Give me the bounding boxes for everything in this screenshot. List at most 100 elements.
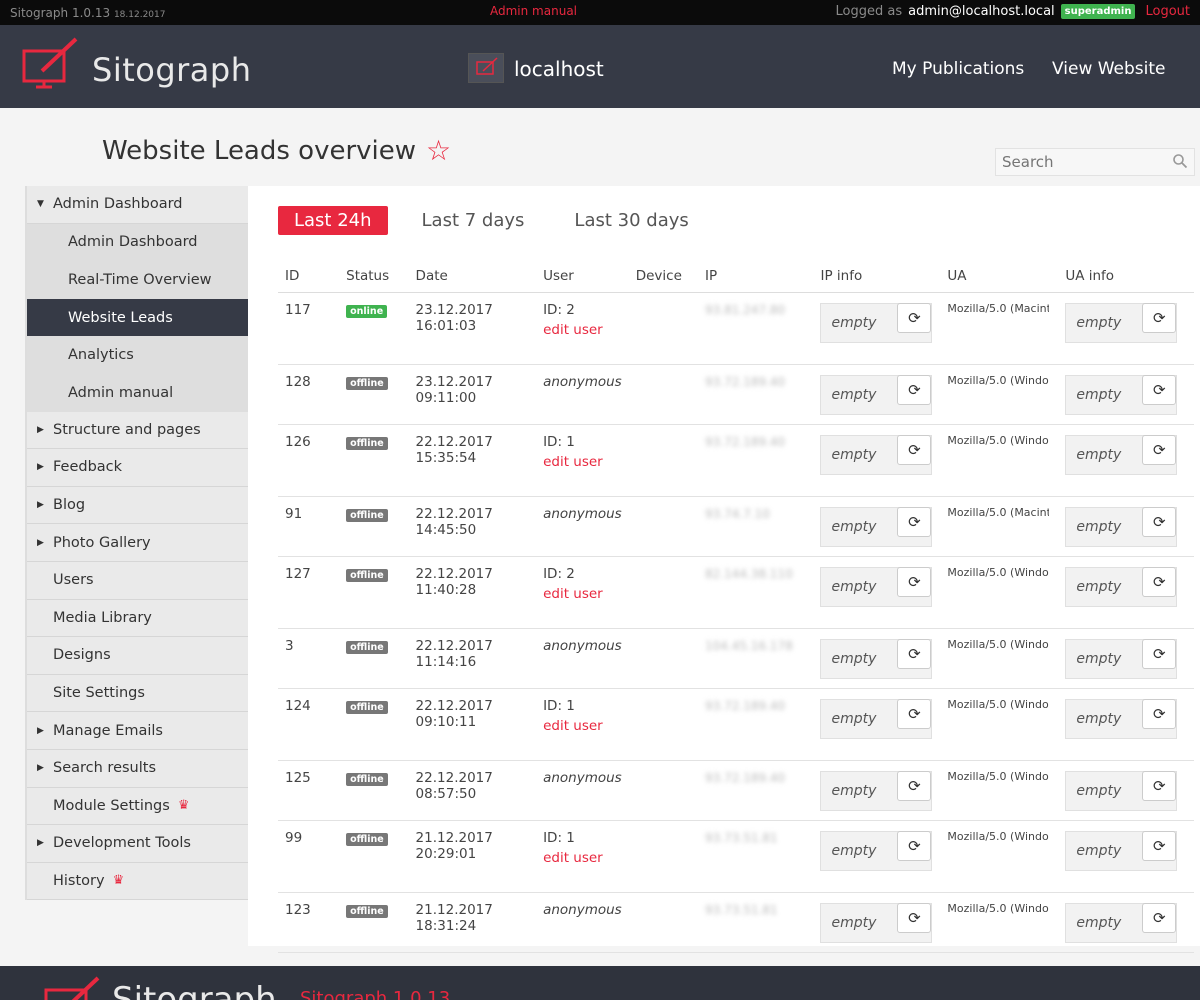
search-icon[interactable] bbox=[1172, 153, 1188, 169]
cell-user: ID: 1 edit user bbox=[536, 424, 629, 497]
cell-user: ID: 2 edit user bbox=[536, 292, 629, 365]
tab-last-24h[interactable]: Last 24h bbox=[278, 206, 388, 235]
cell-ip: 93.73.51.81 bbox=[698, 820, 814, 893]
cell-ip: 82.144.38.110 bbox=[698, 556, 814, 629]
refresh-icon[interactable]: ⟳ bbox=[897, 830, 932, 861]
caret-right-icon: ▶ bbox=[37, 537, 44, 548]
refresh-icon[interactable]: ⟳ bbox=[1142, 770, 1177, 801]
column-header[interactable]: UA info bbox=[1058, 260, 1194, 293]
cell-ua: Mozilla/5.0 (Macintosh bbox=[947, 505, 1050, 519]
top-bar: Sitograph 1.0.13 18.12.2017 Admin manual… bbox=[0, 0, 1200, 25]
sidebar-item-website-leads[interactable]: Website Leads bbox=[27, 298, 264, 337]
column-header[interactable]: IP bbox=[698, 260, 814, 293]
tab-last-30-days[interactable]: Last 30 days bbox=[558, 206, 704, 235]
column-header[interactable]: ID bbox=[278, 260, 340, 293]
edit-user-link[interactable]: edit user bbox=[543, 718, 622, 734]
nav-my-publications[interactable]: My Publications bbox=[892, 59, 1024, 79]
refresh-icon[interactable]: ⟳ bbox=[897, 434, 932, 465]
refresh-icon[interactable]: ⟳ bbox=[897, 302, 932, 333]
sidebar-item-designs[interactable]: Designs bbox=[27, 637, 248, 675]
cell-id: 127 bbox=[278, 556, 340, 629]
column-header[interactable]: Date bbox=[408, 260, 537, 293]
column-header[interactable]: Device bbox=[628, 260, 699, 293]
cell-device bbox=[628, 292, 699, 365]
user-email[interactable]: admin@localhost.local bbox=[908, 4, 1055, 19]
sidebar-item-analytics[interactable]: Analytics bbox=[27, 336, 248, 374]
refresh-icon[interactable]: ⟳ bbox=[1142, 830, 1177, 861]
sidebar-item-real-time-overview[interactable]: Real-Time Overview bbox=[27, 261, 248, 299]
logout-link[interactable]: Logout bbox=[1145, 4, 1190, 19]
edit-user-link[interactable]: edit user bbox=[543, 850, 622, 866]
sidebar-item-history[interactable]: History ♛ bbox=[27, 863, 248, 901]
cell-date: 22.12.2017 11:40:28 bbox=[408, 556, 537, 629]
app-version: Sitograph 1.0.13 18.12.2017 bbox=[10, 6, 166, 20]
cell-id: 3 bbox=[278, 628, 340, 689]
sidebar-item-feedback[interactable]: ▶ Feedback bbox=[27, 449, 248, 487]
cell-user: ID: 1 edit user bbox=[536, 820, 629, 893]
sidebar-item-media-library[interactable]: Media Library bbox=[27, 600, 248, 638]
caret-right-icon: ▶ bbox=[37, 763, 44, 774]
site-name[interactable]: localhost bbox=[514, 57, 604, 81]
sidebar-item-photo-gallery[interactable]: ▶ Photo Gallery bbox=[27, 524, 248, 562]
refresh-icon[interactable]: ⟳ bbox=[897, 506, 932, 537]
cell-ip: 93.81.247.80 bbox=[698, 292, 814, 365]
refresh-icon[interactable]: ⟳ bbox=[1142, 374, 1177, 405]
refresh-icon[interactable]: ⟳ bbox=[897, 902, 932, 933]
refresh-icon[interactable]: ⟳ bbox=[897, 770, 932, 801]
tab-last-7-days[interactable]: Last 7 days bbox=[406, 206, 541, 235]
nav-view-website[interactable]: View Website bbox=[1052, 59, 1166, 79]
cell-date: 22.12.2017 15:35:54 bbox=[408, 424, 537, 497]
sidebar-item-site-settings[interactable]: Site Settings bbox=[27, 675, 248, 713]
refresh-icon[interactable]: ⟳ bbox=[1142, 698, 1177, 729]
cell-device bbox=[628, 496, 699, 557]
refresh-icon[interactable]: ⟳ bbox=[897, 698, 932, 729]
refresh-icon[interactable]: ⟳ bbox=[1142, 566, 1177, 597]
cell-ip: 93.72.189.40 bbox=[698, 688, 814, 761]
sidebar-item-admin-manual[interactable]: Admin manual bbox=[27, 373, 248, 412]
status-badge: offline bbox=[346, 436, 388, 450]
logo-text[interactable]: Sitograph bbox=[92, 51, 252, 89]
refresh-icon[interactable]: ⟳ bbox=[1142, 638, 1177, 669]
cell-date: 22.12.2017 08:57:50 bbox=[408, 760, 537, 821]
cell-id: 99 bbox=[278, 820, 340, 893]
logo-icon[interactable] bbox=[22, 37, 80, 89]
table-row: 127 offline 22.12.2017 11:40:28 ID: 2 edit… bbox=[278, 556, 1194, 629]
sidebar-item-blog[interactable]: ▶ Blog bbox=[27, 487, 248, 525]
cell-date: 22.12.2017 11:14:16 bbox=[408, 628, 537, 689]
sidebar-item-development-tools[interactable]: ▶ Development Tools bbox=[27, 825, 248, 863]
refresh-icon[interactable]: ⟳ bbox=[1142, 902, 1177, 933]
column-header[interactable]: User bbox=[536, 260, 629, 293]
refresh-icon[interactable]: ⟳ bbox=[1142, 302, 1177, 333]
column-header[interactable]: IP info bbox=[813, 260, 941, 293]
site-icon[interactable] bbox=[468, 53, 504, 83]
column-header[interactable]: UA bbox=[940, 260, 1059, 293]
sidebar-item-admin-dashboard-group[interactable]: ▼ Admin Dashboard bbox=[27, 186, 248, 224]
cell-ip: 104.45.16.178 bbox=[698, 628, 814, 689]
crown-icon: ♛ bbox=[112, 873, 125, 889]
cell-id: 91 bbox=[278, 496, 340, 557]
sidebar-item-admin-dashboard[interactable]: Admin Dashboard bbox=[27, 223, 248, 262]
cell-ua: Mozilla/5.0 (Windows bbox=[947, 697, 1049, 711]
admin-manual-link[interactable]: Admin manual bbox=[490, 4, 577, 18]
edit-user-link[interactable]: edit user bbox=[543, 454, 622, 470]
refresh-icon[interactable]: ⟳ bbox=[897, 566, 932, 597]
star-icon[interactable]: ☆ bbox=[426, 134, 451, 167]
sidebar-item-users[interactable]: Users bbox=[27, 562, 248, 600]
footer: Sitograph Sitograph 1.0.13 bbox=[0, 966, 1200, 1000]
table-row: 3 offline 22.12.2017 11:14:16 anonymous 1… bbox=[278, 628, 1194, 689]
refresh-icon[interactable]: ⟳ bbox=[897, 374, 932, 405]
refresh-icon[interactable]: ⟳ bbox=[1142, 434, 1177, 465]
refresh-icon[interactable]: ⟳ bbox=[1142, 506, 1177, 537]
column-header[interactable]: Status bbox=[339, 260, 409, 293]
ip-info-field: empty ⟳ bbox=[820, 638, 933, 679]
sidebar-item-search-results[interactable]: ▶ Search results bbox=[27, 750, 248, 788]
edit-user-link[interactable]: edit user bbox=[543, 586, 622, 602]
sidebar-item-module-settings[interactable]: Module Settings ♛ bbox=[27, 788, 248, 826]
ip-info-field: empty ⟳ bbox=[820, 434, 933, 475]
edit-user-link[interactable]: edit user bbox=[543, 322, 622, 338]
refresh-icon[interactable]: ⟳ bbox=[897, 638, 932, 669]
search-input[interactable] bbox=[996, 149, 1166, 175]
sidebar-item-manage-emails[interactable]: ▶ Manage Emails bbox=[27, 712, 248, 750]
ua-info-field: empty ⟳ bbox=[1065, 638, 1178, 679]
sidebar-item-structure[interactable]: ▶ Structure and pages bbox=[27, 412, 248, 450]
